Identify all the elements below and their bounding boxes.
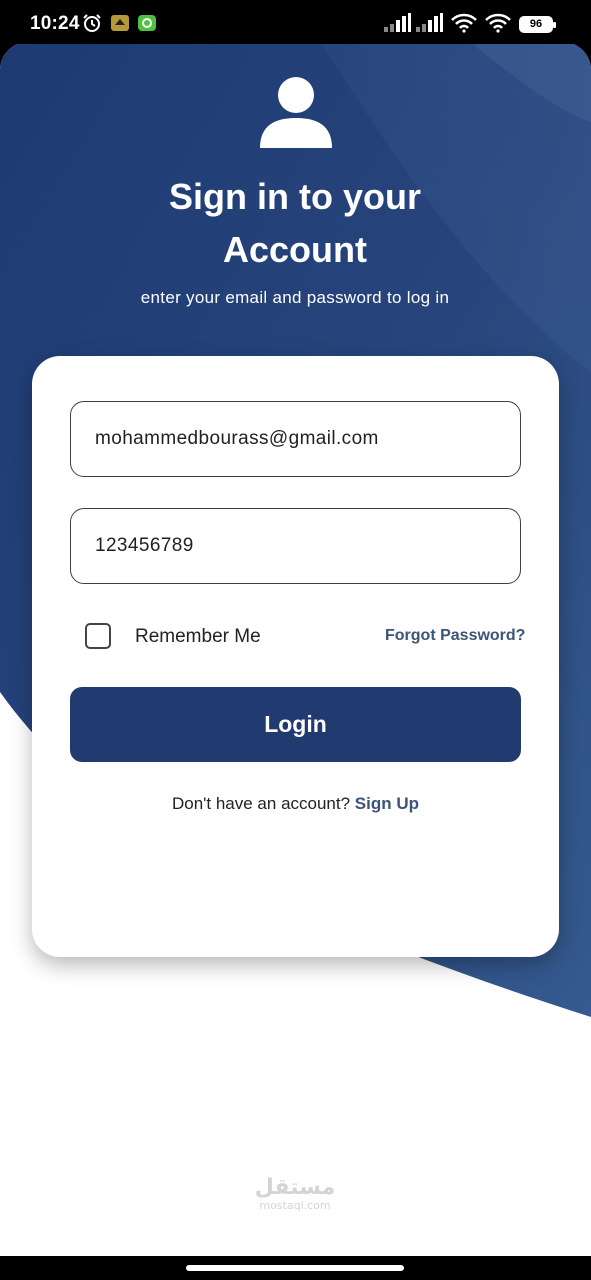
watermark-latin: mostaql.com bbox=[259, 1199, 331, 1212]
phone-frame: 10:24 96 Sign in to your Account enter y… bbox=[0, 0, 591, 1280]
login-card: Remember Me Forgot Password? Login Don't… bbox=[32, 356, 559, 957]
signup-link[interactable]: Sign Up bbox=[355, 794, 419, 813]
watermark: مستقل mostaql.com bbox=[245, 1176, 345, 1212]
title-line-2: Account bbox=[223, 229, 367, 270]
remember-me-label: Remember Me bbox=[135, 626, 261, 647]
password-field[interactable] bbox=[70, 508, 521, 584]
title-line-1: Sign in to your bbox=[169, 176, 421, 217]
login-screen: Sign in to your Account enter your email… bbox=[0, 42, 591, 1256]
home-indicator[interactable] bbox=[186, 1265, 404, 1271]
signup-row: Don't have an account? Sign Up bbox=[32, 794, 559, 814]
alarm-icon bbox=[82, 13, 102, 38]
signal-icon bbox=[383, 13, 411, 38]
wifi-icon bbox=[484, 13, 512, 38]
login-button[interactable]: Login bbox=[70, 687, 521, 762]
navigation-bar bbox=[0, 1256, 591, 1280]
signup-prompt: Don't have an account? bbox=[171, 794, 351, 813]
watermark-arabic: مستقل bbox=[254, 1175, 336, 1200]
page-title: Sign in to your Account bbox=[95, 170, 495, 276]
forgot-password-link[interactable]: Forgot Password? bbox=[385, 627, 525, 645]
email-field[interactable] bbox=[70, 401, 521, 477]
wifi-icon bbox=[450, 13, 478, 38]
green-app-icon bbox=[137, 13, 157, 38]
signal-icon bbox=[415, 13, 443, 38]
status-time: 10:24 bbox=[30, 13, 80, 34]
battery-icon: 96 bbox=[519, 16, 556, 33]
person-icon bbox=[258, 74, 334, 155]
remember-me-checkbox[interactable] bbox=[85, 623, 111, 649]
page-subtitle: enter your email and password to log in bbox=[140, 288, 450, 307]
app-notification-icon bbox=[110, 13, 130, 38]
status-bar: 10:24 96 bbox=[0, 0, 591, 44]
